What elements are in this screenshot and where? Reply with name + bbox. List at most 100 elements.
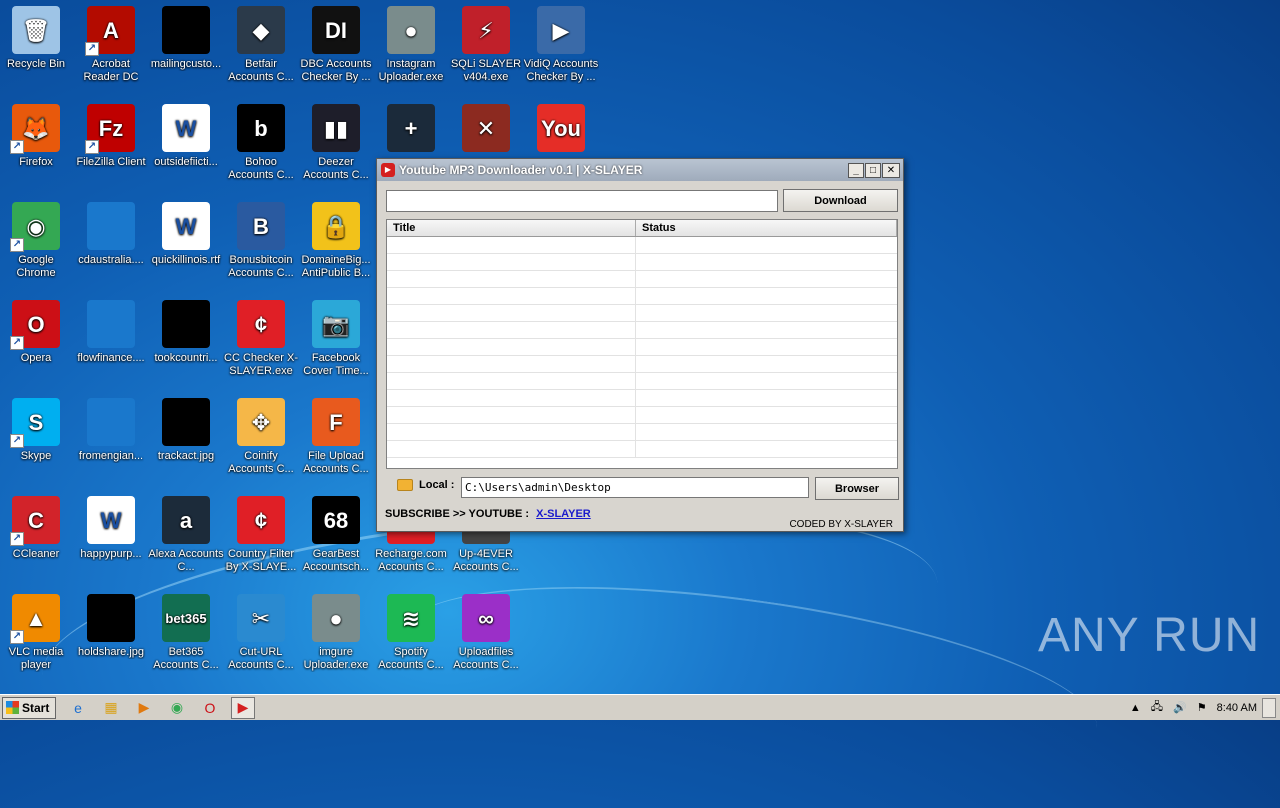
desktop-icon[interactable]: ◉ ↗ Google Chrome	[0, 198, 74, 294]
desktop-icon[interactable]: flowfinance....	[73, 296, 149, 392]
maximize-button[interactable]: □	[865, 162, 881, 178]
chrome-taskbar-icon[interactable]: ◉	[165, 697, 189, 719]
list-row[interactable]	[387, 424, 897, 441]
desktop-icon[interactable]: ▶ VidiQ Accounts Checker By ...	[523, 2, 599, 98]
column-status-header[interactable]: Status	[636, 220, 897, 236]
desktop-icon-label: Acrobat Reader DC	[83, 58, 139, 83]
desktop-icon[interactable]: ◆ Betfair Accounts C...	[223, 2, 299, 98]
list-row[interactable]	[387, 254, 897, 271]
url-input[interactable]	[386, 190, 778, 212]
desktop-icon[interactable]: DI DBC Accounts Checker By ...	[298, 2, 374, 98]
ie-icon[interactable]: e	[66, 697, 90, 719]
chrome-icon: ◉ ↗	[10, 202, 60, 252]
desktop-icon[interactable]: ∞ Uploadfiles Accounts C...	[448, 590, 524, 686]
desktop-icon[interactable]: ● imgure Uploader.exe	[298, 590, 374, 686]
desktop-icon[interactable]: ≋ Spotify Accounts C...	[373, 590, 449, 686]
flag-icon[interactable]: ⚑	[1197, 701, 1207, 714]
desktop-icon[interactable]: ¢ Country Filter By X-SLAYE...	[223, 492, 299, 588]
desktop-icon[interactable]: S ↗ Skype	[0, 394, 74, 490]
desktop-icon[interactable]: ¢ CC Checker X-SLAYER.exe	[223, 296, 299, 392]
desktop-icon[interactable]: C ↗ CCleaner	[0, 492, 74, 588]
list-row[interactable]	[387, 356, 897, 373]
column-title-header[interactable]: Title	[387, 220, 636, 236]
list-row[interactable]	[387, 288, 897, 305]
list-row[interactable]	[387, 271, 897, 288]
local-path-input[interactable]	[461, 477, 809, 498]
desktop-icon[interactable]: ▮▮ Deezer Accounts C...	[298, 100, 374, 196]
desktop-icon-label: Cut-URL Accounts C...	[228, 646, 294, 671]
skype-icon: S ↗	[10, 398, 60, 448]
show-desktop-button[interactable]	[1262, 697, 1276, 718]
media-player-icon[interactable]: ▶	[132, 697, 156, 719]
browser-button[interactable]: Browser	[815, 477, 899, 500]
row-status-cell	[636, 254, 897, 270]
minimize-button[interactable]: _	[848, 162, 864, 178]
desktop-icon[interactable]: holdshare.jpg	[73, 590, 149, 686]
download-button[interactable]: Download	[783, 189, 898, 212]
desktop-icon[interactable]: F File Upload Accounts C...	[298, 394, 374, 490]
desktop-icon[interactable]: A ↗ Acrobat Reader DC	[73, 2, 149, 98]
desktop-icon[interactable]: Wquickillinois.rtf	[148, 198, 224, 294]
vlc-icon: ▲ ↗	[10, 594, 60, 644]
desktop-icon[interactable]: 🔒 DomaineBig... AntiPublic B...	[298, 198, 374, 294]
desktop-icon-label: fromengian...	[78, 450, 144, 462]
desktop-icon[interactable]: 🗑 Recycle Bin	[0, 2, 74, 98]
list-row[interactable]	[387, 237, 897, 254]
desktop-icon-label: Recycle Bin	[6, 58, 66, 70]
window-titlebar[interactable]: ▶ Youtube MP3 Downloader v0.1 | X-SLAYER…	[377, 159, 903, 181]
desktop-icon[interactable]: ▲ ↗ VLC media player	[0, 590, 74, 686]
network-icon[interactable]: 🖧	[1151, 698, 1163, 717]
volume-icon[interactable]: 🔊	[1173, 701, 1187, 714]
desktop-icon[interactable]: 68 GearBest Accountsch...	[298, 492, 374, 588]
desktop-icon[interactable]: ● Instagram Uploader.exe	[373, 2, 449, 98]
blank-file-icon	[87, 300, 135, 348]
desktop-icon[interactable]: mailingcusto...	[148, 2, 224, 98]
gearbest-icon: 68	[312, 496, 360, 544]
list-row[interactable]	[387, 373, 897, 390]
desktop-icon[interactable]: O ↗ Opera	[0, 296, 74, 392]
desktop-icon[interactable]: 📷 Facebook Cover Time...	[298, 296, 374, 392]
youtube-app-icon: ▶	[381, 163, 395, 177]
list-row[interactable]	[387, 305, 897, 322]
desktop-icon[interactable]: cdaustralia....	[73, 198, 149, 294]
local-label: Local :	[419, 479, 455, 491]
desktop-icon[interactable]: Fz ↗ FileZilla Client	[73, 100, 149, 196]
list-row[interactable]	[387, 390, 897, 407]
country-filter-icon: ¢	[237, 496, 285, 544]
desktop-icon[interactable]: fromengian...	[73, 394, 149, 490]
desktop-icon[interactable]: ✥ Coinify Accounts C...	[223, 394, 299, 490]
desktop-icon[interactable]: Woutsidefiicti...	[148, 100, 224, 196]
desktop-icon-label: Skype	[20, 450, 52, 462]
list-row[interactable]	[387, 322, 897, 339]
list-row[interactable]	[387, 441, 897, 458]
subscribe-link[interactable]: X-SLAYER	[536, 508, 591, 520]
close-button[interactable]: ✕	[882, 162, 900, 178]
clock[interactable]: 8:40 AM	[1217, 702, 1257, 714]
opera-taskbar-icon[interactable]: O	[198, 697, 222, 719]
list-row[interactable]	[387, 339, 897, 356]
row-status-cell	[636, 441, 897, 457]
desktop-icon[interactable]: tookcountri...	[148, 296, 224, 392]
desktop-icon[interactable]: B Bonusbitcoin Accounts C...	[223, 198, 299, 294]
desktop-icon[interactable]: trackact.jpg	[148, 394, 224, 490]
taskbar: Start e ▦ ▶ ◉ O ▶ ▲ 🖧 🔊 ⚑ 8:40 AM	[0, 694, 1280, 720]
row-status-cell	[636, 288, 897, 304]
vidiq-icon: ▶	[537, 6, 585, 54]
start-button[interactable]: Start	[2, 696, 56, 719]
list-row[interactable]	[387, 407, 897, 424]
desktop-icon[interactable]: ⚡ SQLi SLAYER v404.exe	[448, 2, 524, 98]
desktop-icon[interactable]: b Bohoo Accounts C...	[223, 100, 299, 196]
download-list[interactable]: Title Status	[386, 219, 898, 469]
youtube-downloader-taskbar-icon[interactable]: ▶	[231, 696, 255, 719]
desktop-icon[interactable]: ✂ Cut-URL Accounts C...	[223, 590, 299, 686]
row-title-cell	[387, 288, 636, 304]
desktop-icon[interactable]: bet365 Bet365 Accounts C...	[148, 590, 224, 686]
black-file-icon	[162, 6, 210, 54]
desktop-icon[interactable]: 🦊 ↗ Firefox	[0, 100, 74, 196]
desktop-icon[interactable]: Whappypurp...	[73, 492, 149, 588]
tray-expand-icon[interactable]: ▲	[1130, 702, 1141, 714]
uploadfiles-icon: ∞	[462, 594, 510, 642]
black-file-icon	[87, 594, 135, 642]
desktop-icon[interactable]: a Alexa Accounts C...	[148, 492, 224, 588]
explorer-icon[interactable]: ▦	[99, 697, 123, 719]
